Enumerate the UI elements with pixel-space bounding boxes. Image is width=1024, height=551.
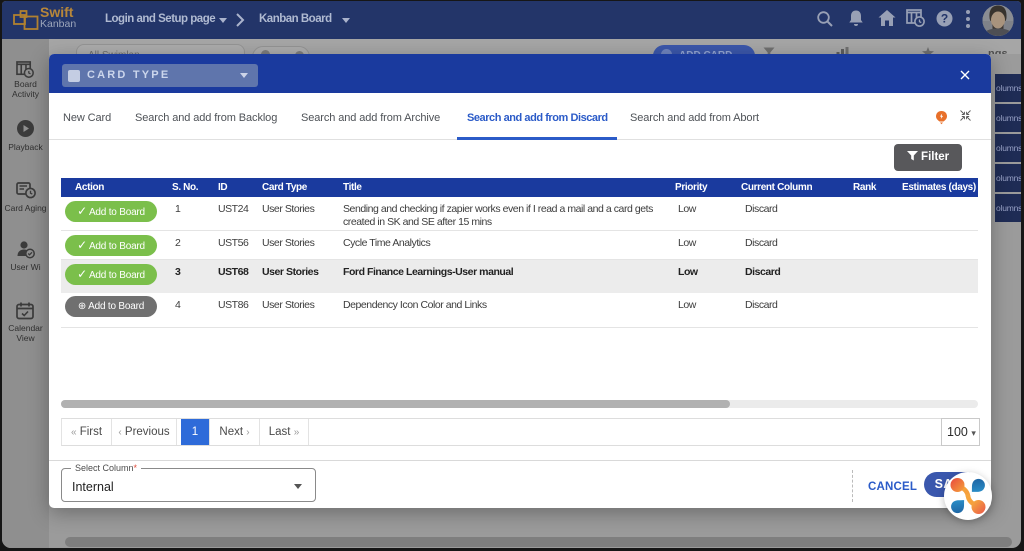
svg-text:?: ?: [941, 12, 948, 26]
